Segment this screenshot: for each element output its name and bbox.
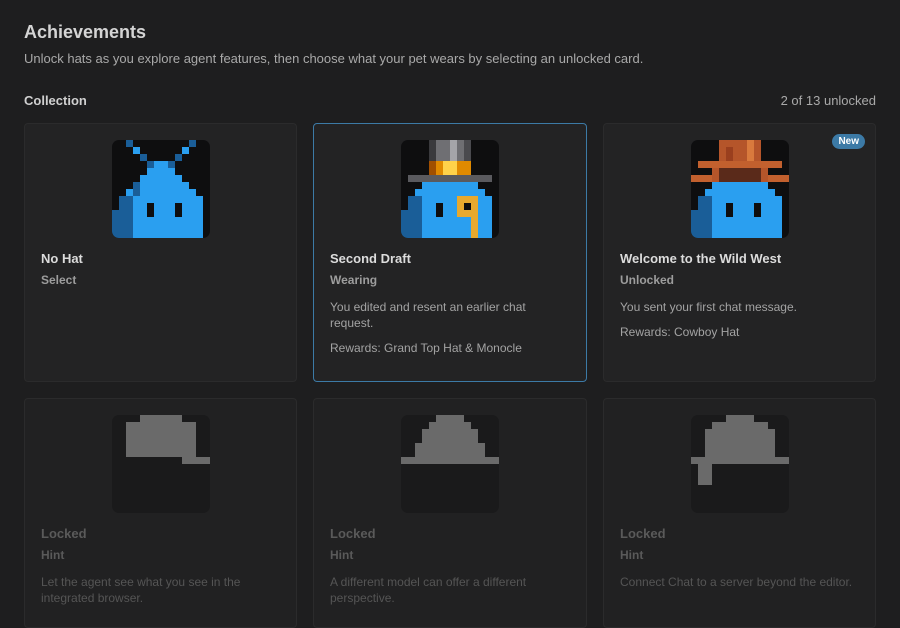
- pet-no-hat-icon: [111, 140, 203, 238]
- achievement-card-locked-server: Locked Hint Connect Chat to a server bey…: [603, 398, 876, 628]
- card-rewards: Rewards: Grand Top Hat & Monocle: [330, 341, 522, 355]
- achievement-card-locked-browser: Locked Hint Let the agent see what you s…: [24, 398, 297, 628]
- card-status: Unlocked: [620, 273, 675, 287]
- achievement-card-wild-west[interactable]: New Welcome to the Wild West Unlocked Yo…: [603, 123, 876, 382]
- achievement-card-second-draft[interactable]: Second Draft Wearing You edited and rese…: [313, 123, 587, 382]
- card-name: Locked: [41, 526, 87, 541]
- page-subtitle: Unlock hats as you explore agent feature…: [24, 51, 644, 66]
- card-hint: A different model can offer a different …: [330, 575, 527, 605]
- page-title: Achievements: [24, 22, 147, 42]
- achievement-card-locked-model: Locked Hint A different model can offer …: [313, 398, 587, 628]
- cowboy-hat-icon: [690, 140, 789, 238]
- card-name: No Hat: [41, 251, 83, 266]
- card-name: Welcome to the Wild West: [620, 251, 782, 266]
- card-rewards: Rewards: Cowboy Hat: [620, 325, 740, 339]
- locked-avatar: [690, 415, 789, 513]
- locked-hat-icon: [690, 415, 789, 485]
- locked-avatar: [401, 415, 499, 513]
- card-description: You sent your first chat message.: [620, 300, 797, 314]
- card-status: Wearing: [330, 273, 378, 287]
- locked-hat-icon: [401, 415, 499, 464]
- card-status: Hint: [620, 548, 644, 562]
- collection-count: 2 of 13 unlocked: [780, 93, 876, 108]
- pet-avatar-no-hat: [111, 140, 210, 238]
- locked-hat-icon: [125, 415, 210, 464]
- card-hint: Let the agent see what you see in the in…: [41, 575, 241, 605]
- card-name: Locked: [330, 526, 376, 541]
- card-description: You edited and resent an earlier chat re…: [330, 300, 526, 330]
- pet-avatar-top-hat: [401, 140, 499, 238]
- card-status[interactable]: Select: [41, 273, 76, 287]
- card-status: Hint: [41, 548, 65, 562]
- card-name: Locked: [620, 526, 666, 541]
- collection-title: Collection: [24, 93, 87, 108]
- pet-avatar-cowboy-hat: [690, 140, 789, 238]
- locked-avatar: [111, 415, 210, 513]
- card-hint: Connect Chat to a server beyond the edit…: [620, 575, 853, 589]
- new-badge: New: [832, 134, 865, 149]
- card-name: Second Draft: [330, 251, 411, 266]
- card-status: Hint: [330, 548, 354, 562]
- achievement-card-no-hat[interactable]: No Hat Select: [24, 123, 297, 382]
- top-hat-monocle-icon: [401, 140, 492, 238]
